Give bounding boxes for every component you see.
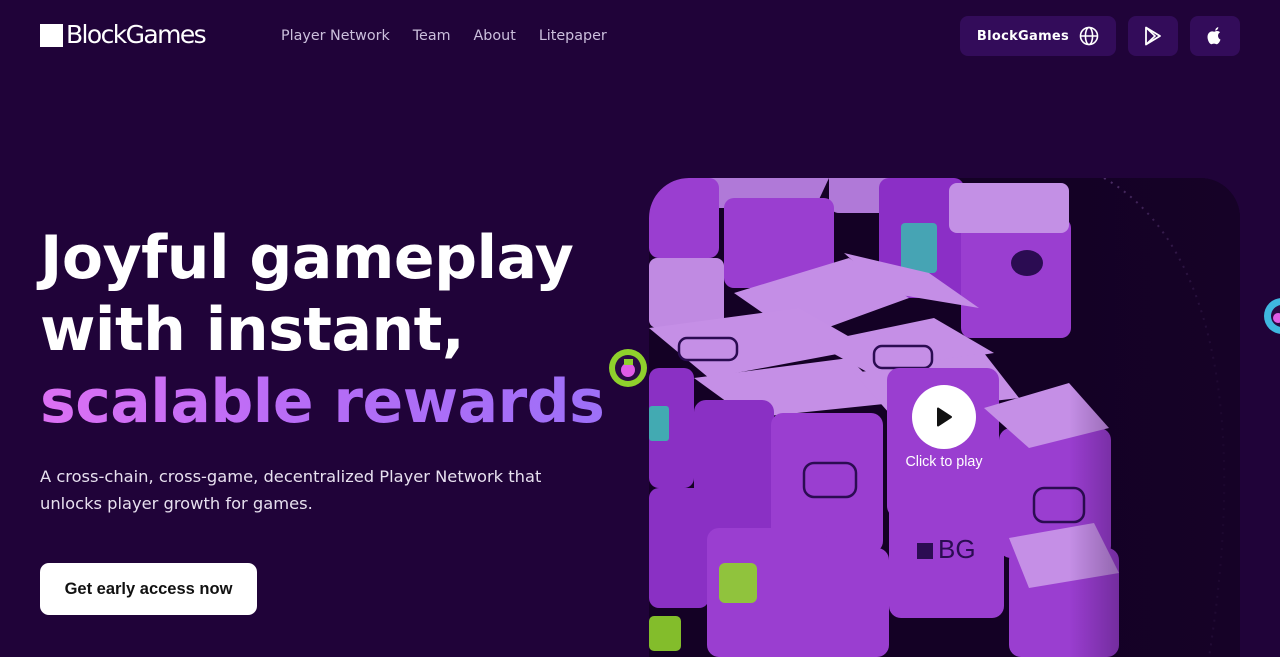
- play-label: Click to play: [905, 454, 983, 470]
- network-selector-label: BlockGames: [976, 28, 1070, 44]
- site-header: BlockGames Player Network Team About Lit…: [0, 0, 1280, 72]
- nav-litepaper[interactable]: Litepaper: [539, 27, 607, 45]
- globe-icon: [1079, 26, 1099, 46]
- nav-team[interactable]: Team: [413, 27, 451, 45]
- cube-bg-logo-text: BG: [938, 534, 976, 564]
- blockgames-logo[interactable]: BlockGames: [40, 20, 207, 49]
- apple-icon: [1207, 27, 1221, 45]
- nav-player-network[interactable]: Player Network: [281, 27, 390, 45]
- hero-title-line-1: Joyful gameplay: [40, 223, 574, 293]
- google-play-button[interactable]: [1128, 16, 1178, 56]
- main-nav: Player Network Team About Litepaper: [281, 27, 630, 45]
- play-icon: [937, 407, 952, 427]
- hero-subtitle: A cross-chain, cross-game, decentralized…: [40, 467, 542, 513]
- google-play-icon: [1145, 26, 1161, 46]
- floating-token-icon-right: [1261, 296, 1280, 341]
- network-selector-button[interactable]: BlockGames: [960, 16, 1116, 56]
- app-store-button[interactable]: [1190, 16, 1240, 56]
- floating-token-icon: [606, 346, 650, 399]
- hero-title-accent: scalable rewards: [40, 366, 640, 438]
- video-play-control[interactable]: Click to play: [903, 385, 985, 470]
- hero-title-line-2: with instant,: [40, 295, 465, 365]
- logo-square-icon: [40, 23, 63, 47]
- nav-about[interactable]: About: [474, 27, 516, 45]
- play-button[interactable]: [912, 385, 976, 449]
- logo-text: BlockGames: [66, 20, 207, 49]
- get-early-access-button[interactable]: Get early access now: [40, 563, 257, 615]
- header-actions: BlockGames: [960, 16, 1240, 56]
- hero-title: Joyful gameplay with instant, scalable r…: [40, 222, 640, 438]
